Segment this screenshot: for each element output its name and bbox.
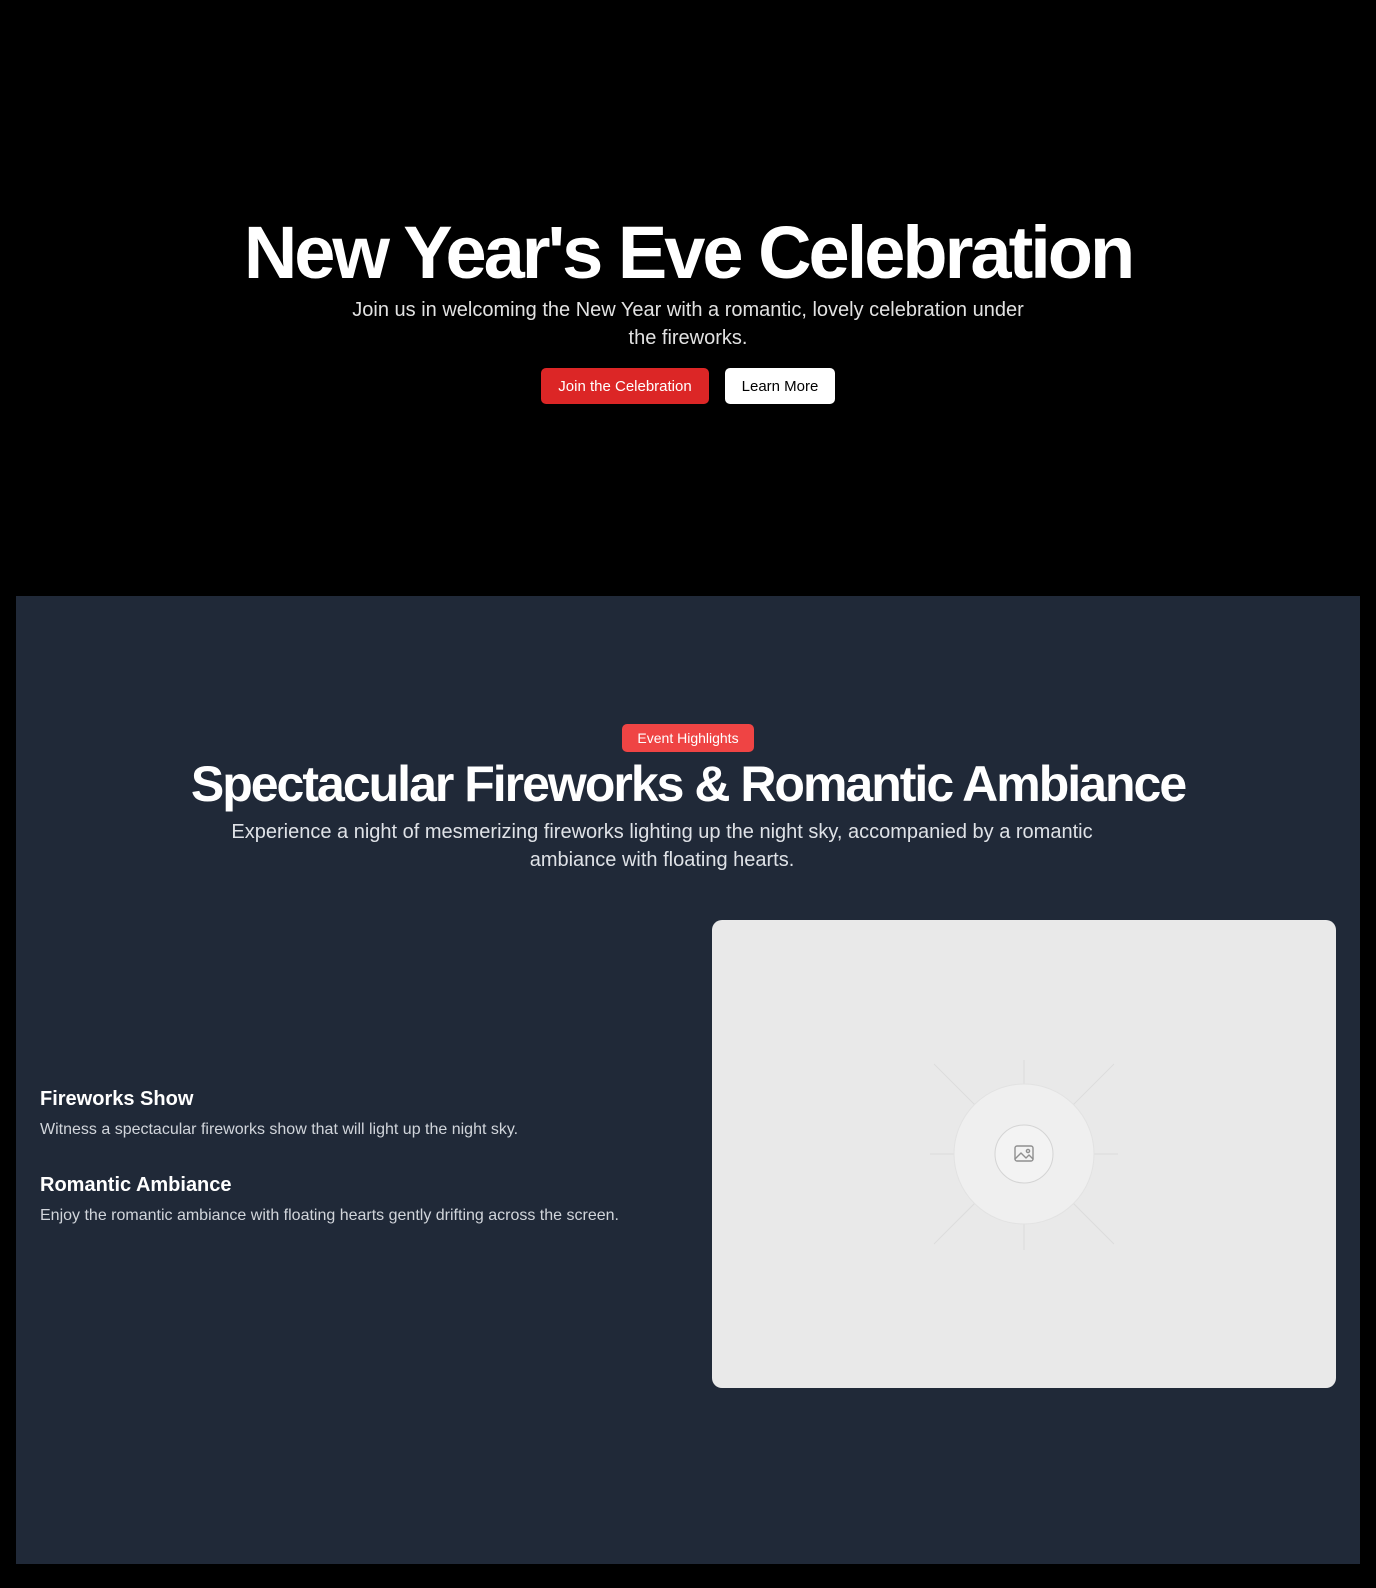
- highlights-title: Spectacular Fireworks & Romantic Ambianc…: [190, 756, 1187, 812]
- hero-title: New Year's Eve Celebration: [243, 211, 1135, 294]
- image-placeholder-icon: [930, 1060, 1118, 1250]
- event-highlights-badge: Event Highlights: [622, 724, 754, 752]
- feature-item-fireworks: Fireworks Show Witness a spectacular fir…: [40, 1086, 700, 1142]
- feature-title: Romantic Ambiance: [40, 1174, 232, 1196]
- feature-description: Enjoy the romantic ambiance with floatin…: [40, 1207, 619, 1224]
- image-placeholder: [712, 920, 1336, 1388]
- feature-description: Witness a spectacular fireworks show tha…: [40, 1121, 519, 1138]
- highlights-section: Event Highlights Spectacular Fireworks &…: [16, 596, 1360, 1564]
- feature-item-ambiance: Romantic Ambiance Enjoy the romantic amb…: [40, 1172, 700, 1228]
- feature-title: Fireworks Show: [40, 1088, 194, 1110]
- join-celebration-button[interactable]: Join the Celebration: [541, 368, 709, 404]
- hero-section: New Year's Eve Celebration Join us in we…: [0, 0, 1376, 596]
- hero-subtitle: Join us in welcoming the New Year with a…: [352, 299, 1024, 349]
- learn-more-button[interactable]: Learn More: [725, 368, 835, 404]
- highlights-subtitle: Experience a night of mesmerizing firewo…: [231, 821, 1093, 871]
- feature-list: Fireworks Show Witness a spectacular fir…: [40, 1086, 700, 1258]
